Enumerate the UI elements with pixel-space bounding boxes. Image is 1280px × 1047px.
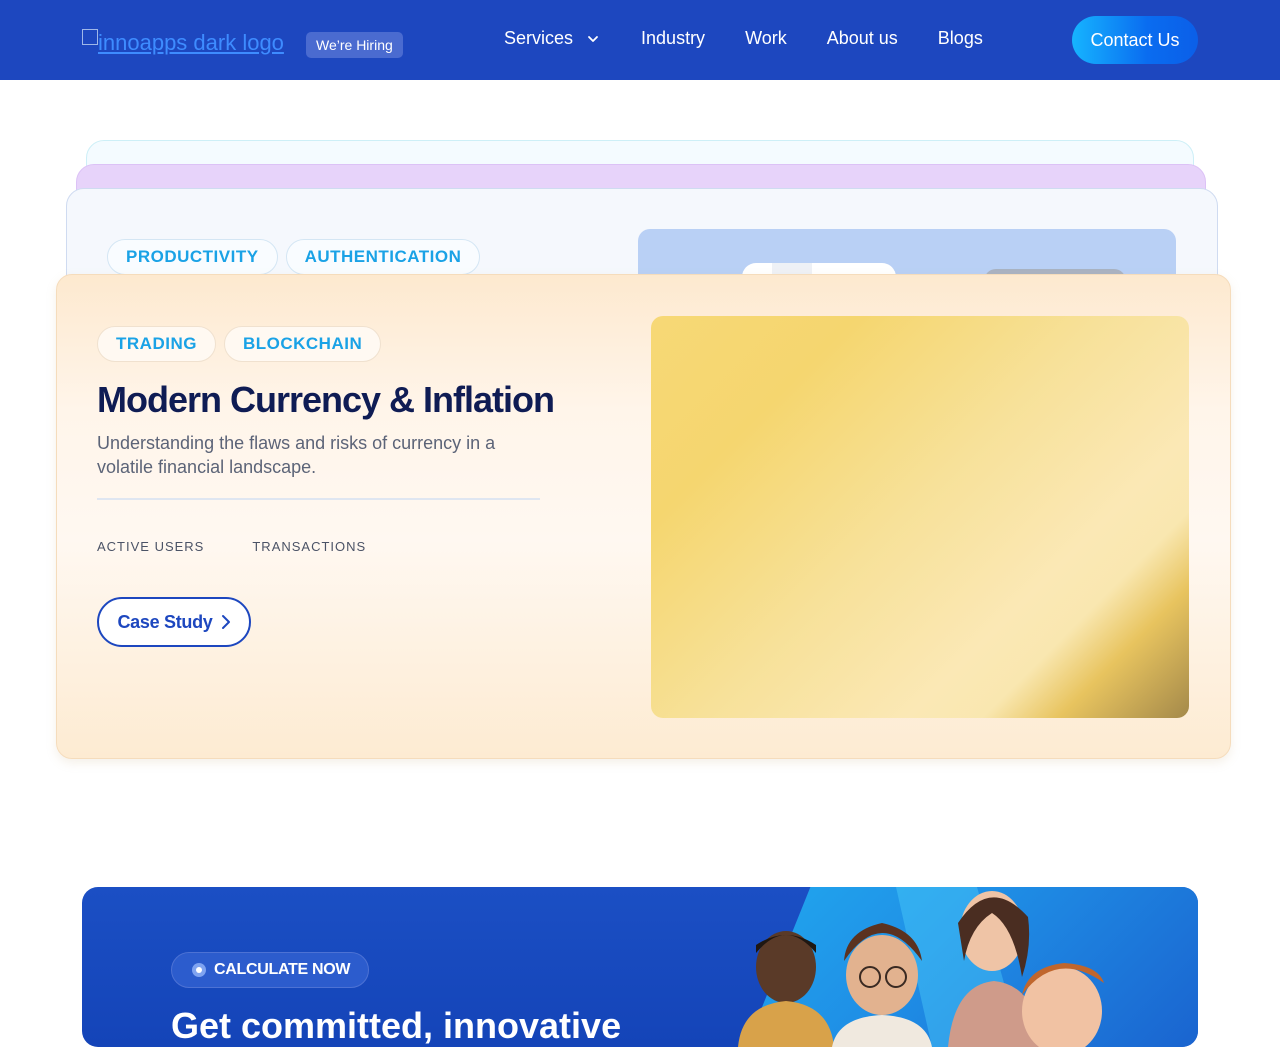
divider <box>97 498 540 500</box>
nav-item-services[interactable]: Services <box>504 28 601 49</box>
tag-blockchain: BLOCKCHAIN <box>223 326 382 362</box>
tag-authentication: AUTHENTICATION <box>285 239 481 275</box>
tag-productivity: PRODUCTIVITY <box>107 239 278 275</box>
nav-item-blogs[interactable]: Blogs <box>938 28 983 49</box>
case-study-description: Understanding the flaws and risks of cur… <box>97 433 496 477</box>
site-header: innoapps dark logo We’re Hiring Services… <box>0 0 1280 80</box>
case-study-button[interactable]: Case Study <box>97 597 251 647</box>
team-photo <box>738 891 1104 1047</box>
banner-heading: Get committed, innovative <box>171 1005 622 1046</box>
case-study-tags: TRADING BLOCKCHAIN <box>97 326 382 362</box>
nav-label-services: Services <box>504 28 574 48</box>
stat-active-users: ACTIVE USERS <box>97 539 205 554</box>
case-study-title: Modern Currency & Inflation <box>97 379 555 420</box>
case-study-image <box>651 316 1189 718</box>
logo-alt-text: innoapps dark logo <box>98 30 284 55</box>
nav-item-industry[interactable]: Industry <box>641 28 705 49</box>
stacked-card-tags: PRODUCTIVITY AUTHENTICATION <box>107 239 481 275</box>
stat-transactions: TRANSACTIONS <box>252 539 367 554</box>
case-study-stats: ACTIVE USERS TRANSACTIONS <box>97 539 366 554</box>
tag-trading: TRADING <box>97 326 216 362</box>
chevron-right-icon <box>221 615 230 629</box>
nav-item-work[interactable]: Work <box>745 28 787 49</box>
main-nav: Services Industry Work About us Blogs <box>504 28 983 49</box>
calculator-banner: CALCULATE NOW Get committed, innovative <box>82 887 1198 1047</box>
contact-button[interactable]: Contact Us <box>1072 16 1198 64</box>
logo-link[interactable]: innoapps dark logo <box>82 29 284 56</box>
nav-item-about[interactable]: About us <box>827 28 898 49</box>
calculate-now-pill[interactable]: CALCULATE NOW <box>171 952 370 988</box>
hiring-badge[interactable]: We’re Hiring <box>306 32 403 58</box>
pulse-dot-icon <box>192 963 206 977</box>
calculate-now-label: CALCULATE NOW <box>214 961 351 978</box>
broken-image-icon <box>82 29 98 45</box>
case-study-button-label: Case Study <box>117 611 213 632</box>
chevron-down-icon <box>588 35 598 42</box>
case-study-card: TRADING BLOCKCHAIN Modern Currency & Inf… <box>56 274 1231 759</box>
